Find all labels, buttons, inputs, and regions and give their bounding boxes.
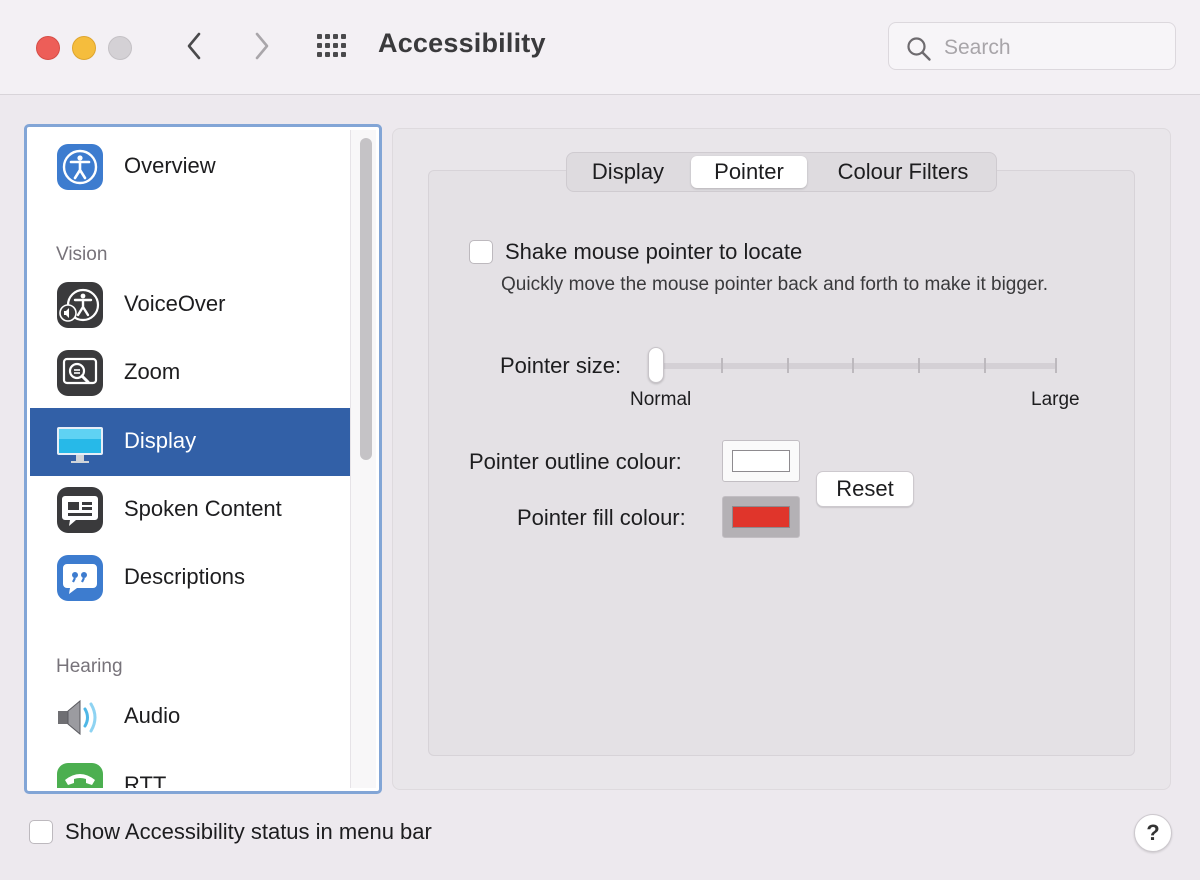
outline-colour-label: Pointer outline colour: [469,449,682,474]
outline-colour-well[interactable] [722,440,800,482]
zoom-window-button[interactable] [108,36,132,60]
fill-colour-swatch [732,506,790,528]
status-menu-label: Show Accessibility status in menu bar [65,819,432,844]
sidebar-item-spoken-content[interactable]: Spoken Content [30,476,350,544]
slider-tick [852,358,854,373]
title-bar: Accessibility Search [0,0,1200,95]
window-title: Accessibility [378,28,546,58]
sidebar: Overview Vision VoiceOver Zoom Display S… [24,124,382,794]
quote-bubble-icon [57,555,103,601]
fill-colour-label: Pointer fill colour: [517,505,686,530]
tab-pointer[interactable]: Pointer [691,156,807,188]
sidebar-item-label: Descriptions [124,564,246,589]
slider-min-label: Normal [630,389,692,410]
sidebar-item-label: Display [124,428,197,453]
shake-pointer-label: Shake mouse pointer to locate [505,239,803,264]
chevron-right-icon [255,32,269,60]
slider-tick [1055,358,1057,373]
display-monitor-icon [57,427,103,463]
chevron-left-icon [187,32,201,60]
speech-bubble-icon [57,487,103,533]
pointer-size-label: Pointer size: [500,353,622,378]
fill-colour-well[interactable] [722,496,800,538]
reset-colours-button[interactable]: Reset [816,471,914,507]
voiceover-icon [57,282,103,328]
sidebar-item-voiceover[interactable]: VoiceOver [30,271,350,339]
slider-max-label: Large [1031,389,1080,410]
sidebar-item-rtt[interactable]: RTT [30,752,350,788]
sidebar-item-label: Audio [124,703,181,728]
search-placeholder: Search [944,36,1011,59]
shake-pointer-description: Quickly move the mouse pointer back and … [501,274,1049,295]
sidebar-item-label: Overview [124,153,216,178]
tab-bar: Display Pointer Colour Filters [566,152,997,192]
sidebar-scrollbar-thumb[interactable] [360,138,372,460]
sidebar-item-label: Zoom [124,359,181,384]
speaker-icon [58,699,97,736]
slider-tick [787,358,789,373]
sidebar-item-label: Spoken Content [124,496,282,521]
shake-pointer-checkbox[interactable] [469,240,493,264]
sidebar-list: Overview Vision VoiceOver Zoom Display S… [30,130,376,788]
slider-tick [918,358,920,373]
sidebar-item-overview[interactable]: Overview [30,133,350,201]
grid-icon [317,34,346,57]
section-header-hearing: Hearing [56,656,123,677]
accessibility-person-icon [57,144,103,190]
help-button[interactable]: ? [1134,814,1172,852]
minimize-window-button[interactable] [72,36,96,60]
outline-colour-swatch [732,450,790,472]
tab-colour-filters[interactable]: Colour Filters [815,153,991,191]
zoom-icon [57,350,103,396]
phone-icon [57,763,103,788]
back-button[interactable] [177,28,213,64]
sidebar-item-descriptions[interactable]: Descriptions [30,544,350,612]
status-menu-checkbox[interactable] [29,820,53,844]
search-icon [907,37,931,61]
pointer-size-slider-track[interactable] [657,363,1057,369]
show-all-button[interactable] [316,33,352,63]
sidebar-item-zoom[interactable]: Zoom [30,339,350,407]
slider-tick [721,358,723,373]
search-field[interactable]: Search [888,22,1176,70]
close-window-button[interactable] [36,36,60,60]
sidebar-item-display[interactable]: Display [30,408,350,476]
sidebar-item-audio[interactable]: Audio [30,683,350,751]
pointer-size-slider-knob[interactable] [648,347,664,383]
forward-button[interactable] [243,28,279,64]
slider-tick [984,358,986,373]
sidebar-item-label: RTT [124,772,167,788]
tab-display[interactable]: Display [573,153,683,191]
section-header-vision: Vision [56,244,108,265]
sidebar-item-label: VoiceOver [124,291,226,316]
